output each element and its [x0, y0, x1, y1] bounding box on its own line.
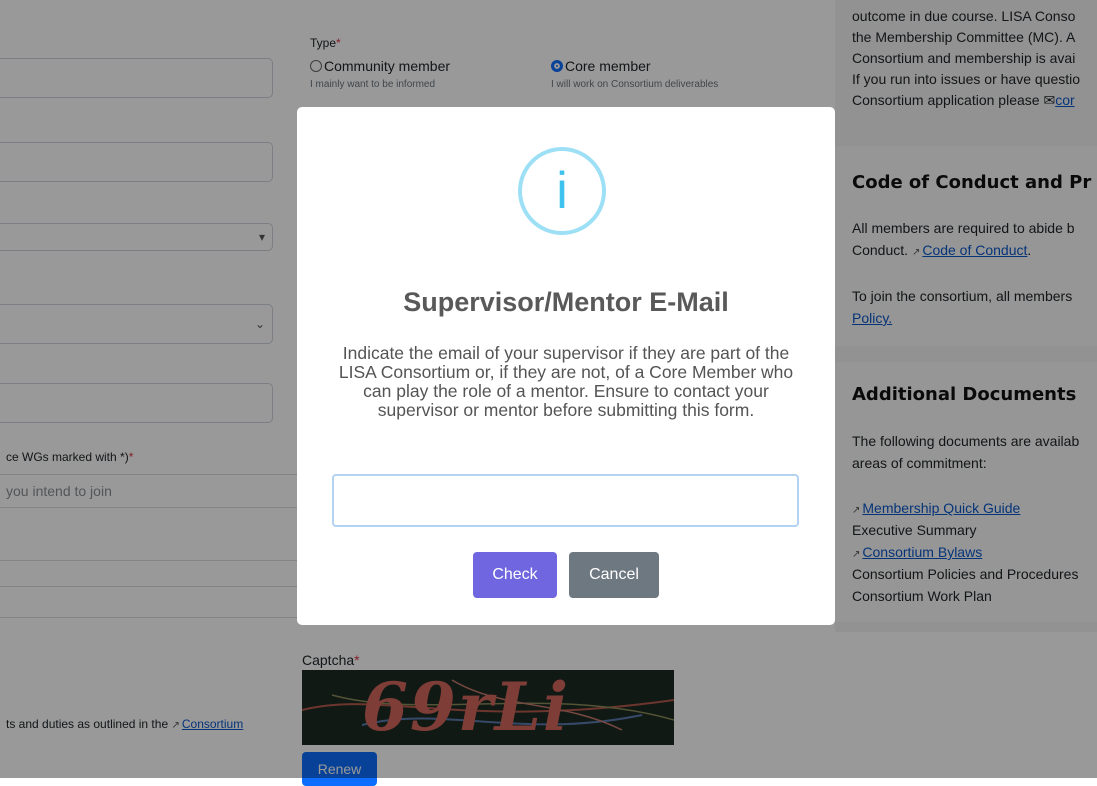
- dialog-message: Indicate the email of your supervisor if…: [338, 343, 794, 420]
- cancel-button[interactable]: Cancel: [569, 552, 659, 598]
- dialog-title: Supervisor/Mentor E-Mail: [403, 287, 729, 317]
- supervisor-email-dialog: i Supervisor/Mentor E-Mail Indicate the …: [297, 107, 835, 625]
- info-icon: i: [518, 147, 606, 235]
- supervisor-email-input[interactable]: [332, 474, 799, 527]
- check-button[interactable]: Check: [473, 552, 557, 598]
